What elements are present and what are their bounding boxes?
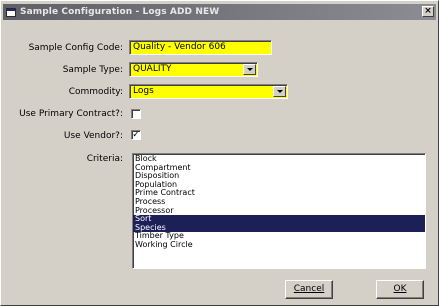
config-code-value: Quality - Vendor 606: [133, 42, 226, 52]
sample-type-value: QUALITY: [133, 64, 172, 74]
criteria-label: Criteria:: [86, 154, 123, 164]
sample-type-dropdown-button[interactable]: [243, 64, 256, 75]
cancel-button-label: Cancel: [293, 284, 325, 294]
criteria-listbox[interactable]: Block Compartment Disposition Population Pri…: [132, 153, 426, 269]
window-icon: [6, 7, 16, 17]
chevron-down-icon: [276, 90, 283, 93]
cancel-button[interactable]: Cancel: [285, 280, 333, 299]
title-bar[interactable]: Sample Configuration - Logs ADD NEW ×: [3, 4, 436, 20]
chevron-down-icon: [246, 68, 253, 71]
use-primary-contract-checkbox[interactable]: [131, 109, 141, 119]
criteria-list-item[interactable]: Processor: [133, 206, 425, 216]
use-vendor-label: Use Vendor?:: [63, 131, 123, 141]
criteria-list-item[interactable]: Prime Contract: [133, 189, 425, 198]
dialog-window: Sample Configuration - Logs ADD NEW × Sa…: [0, 0, 439, 306]
sample-type-select[interactable]: QUALITY: [129, 62, 258, 77]
criteria-list-item[interactable]: Sort: [133, 215, 425, 224]
config-code-input[interactable]: Quality - Vendor 606: [129, 40, 272, 55]
commodity-dropdown-button[interactable]: [273, 86, 286, 97]
ok-button-label: OK: [393, 284, 407, 294]
commodity-select[interactable]: Logs: [129, 84, 288, 99]
criteria-list-item[interactable]: Process: [133, 197, 425, 207]
config-code-label: Sample Config Code:: [28, 43, 123, 53]
commodity-label: Commodity:: [68, 87, 123, 97]
use-primary-contract-label: Use Primary Contract?:: [19, 109, 123, 119]
close-button[interactable]: ×: [422, 6, 434, 17]
ok-button[interactable]: OK: [376, 280, 424, 299]
sample-type-label: Sample Type:: [62, 65, 123, 75]
use-vendor-checkbox[interactable]: ✓: [131, 130, 141, 140]
commodity-value: Logs: [133, 86, 154, 96]
criteria-list-item[interactable]: Working Circle: [133, 240, 425, 250]
window-title: Sample Configuration - Logs ADD NEW: [20, 7, 220, 17]
